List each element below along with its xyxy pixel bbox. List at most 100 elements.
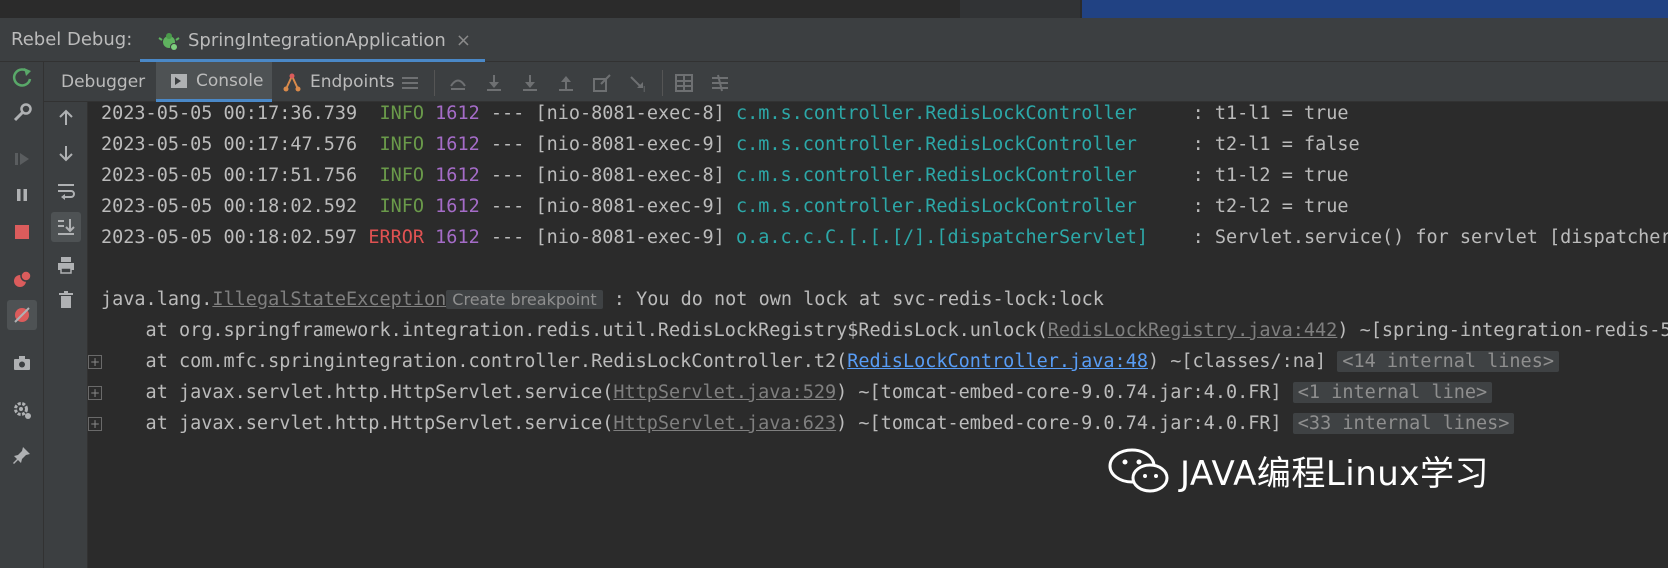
log-sep: --- [479, 103, 536, 124]
internal-lines-fold[interactable]: <1 internal line> [1292, 382, 1493, 403]
spring-bug-icon [158, 32, 180, 51]
pause-icon[interactable] [7, 180, 37, 210]
close-icon[interactable]: × [456, 30, 471, 51]
log-timestamp: 2023-05-05 00:18:02.597 [101, 227, 358, 248]
stack-frame-after: ) ~[spring-integration-redis-5.5.17.jar:… [1337, 320, 1668, 341]
log-sep: --- [479, 134, 536, 155]
log-level: INFO [368, 134, 425, 155]
scroll-to-end-icon[interactable] [51, 212, 81, 242]
fold-expand-icon[interactable]: + [88, 355, 102, 369]
log-message: : t2-l2 = true [1181, 196, 1349, 217]
watermark-text: JAVA编程Linux学习 [1180, 454, 1489, 494]
log-logger: c.m.s.controller.RedisLockController [735, 165, 1182, 186]
log-level: INFO [368, 103, 425, 124]
create-breakpoint-button[interactable]: Create breakpoint [446, 290, 603, 309]
log-sep: --- [479, 196, 536, 217]
log-logger: o.a.c.c.C.[.[.[/].[dispatcherServlet] [735, 227, 1182, 248]
stop-icon[interactable] [7, 217, 37, 247]
tab-endpoints[interactable]: Endpoints [272, 62, 395, 102]
force-step-into-icon[interactable] [554, 71, 578, 95]
stack-frame: at javax.servlet.http.HttpServlet.servic… [101, 407, 1515, 440]
log-message: : t1-l1 = true [1181, 103, 1349, 124]
log-timestamp: 2023-05-05 00:18:02.592 [101, 196, 358, 217]
resume-icon[interactable] [7, 144, 37, 174]
debug-toolbar: Debugger Console Endpoints I [44, 62, 1668, 102]
log-pid: 1612 [435, 227, 480, 248]
log-message: : Servlet.service() for servlet [dispatc… [1192, 227, 1668, 248]
log-line: 2023-05-05 00:17:36.739 INFO 1612 --- [n… [101, 102, 1349, 130]
view-breakpoints-icon[interactable] [7, 264, 37, 294]
pin-icon[interactable] [7, 440, 37, 470]
log-timestamp: 2023-05-05 00:17:36.739 [101, 103, 358, 124]
run-config-tab[interactable]: SpringIntegrationApplication × [140, 22, 485, 62]
tab-endpoints-label: Endpoints [310, 72, 395, 92]
tab-debugger-label: Debugger [61, 72, 146, 92]
svg-text:I: I [643, 85, 645, 93]
log-level: INFO [368, 196, 425, 217]
log-timestamp: 2023-05-05 00:17:47.576 [101, 134, 358, 155]
console-icon [170, 72, 188, 90]
gear-icon[interactable] [7, 395, 37, 425]
log-message: : t2-l1 = false [1181, 134, 1360, 155]
log-thread: [nio-8081-exec-9] [535, 227, 725, 248]
console-output[interactable]: 2023-05-05 00:17:36.739 INFO 1612 --- [n… [88, 102, 1668, 568]
print-icon[interactable] [51, 250, 81, 280]
editor-remnant [0, 0, 1668, 18]
log-level: ERROR [368, 227, 425, 248]
log-thread: [nio-8081-exec-9] [535, 196, 725, 217]
stack-frame-after: ) ~[tomcat-embed-core-9.0.74.jar:4.0.FR] [836, 413, 1282, 434]
trash-icon[interactable] [51, 285, 81, 315]
log-thread: [nio-8081-exec-9] [535, 134, 725, 155]
mute-breakpoints-icon[interactable] [7, 300, 37, 330]
rerun-icon[interactable] [7, 62, 37, 92]
editor-gutter [960, 0, 1080, 18]
stack-frame: at org.springframework.integration.redis… [101, 314, 1668, 347]
debug-tool-window-header: Rebel Debug: SpringIntegrationApplicatio… [0, 18, 1668, 62]
fold-expand-icon[interactable]: + [88, 386, 102, 400]
stack-frame-link[interactable]: RedisLockController.java:48 [847, 351, 1148, 372]
settings-wrench-icon[interactable] [7, 98, 37, 128]
log-thread: [nio-8081-exec-8] [535, 165, 725, 186]
stack-frame: at javax.servlet.http.HttpServlet.servic… [101, 376, 1493, 409]
fold-expand-icon[interactable]: + [88, 417, 102, 431]
stack-frame-link[interactable]: HttpServlet.java:623 [613, 413, 836, 434]
step-into-icon[interactable] [518, 71, 542, 95]
log-pid: 1612 [435, 165, 480, 186]
internal-lines-fold[interactable]: <33 internal lines> [1292, 413, 1515, 434]
wechat-icon [1108, 448, 1169, 492]
exception-prefix: java.lang. [101, 289, 213, 310]
tab-debugger[interactable]: Debugger [44, 62, 156, 102]
log-timestamp: 2023-05-05 00:17:51.756 [101, 165, 358, 186]
evaluate-expression-icon[interactable] [672, 71, 696, 95]
log-logger: c.m.s.controller.RedisLockController [735, 103, 1182, 124]
show-execution-point-icon[interactable] [446, 71, 470, 95]
editor-selection [1082, 0, 1668, 18]
endpoints-icon [282, 72, 302, 92]
step-over-icon[interactable] [482, 71, 506, 95]
stack-frame-link[interactable]: RedisLockRegistry.java:442 [1048, 320, 1338, 341]
exception-message: : You do not own lock at svc-redis-lock:… [602, 289, 1104, 310]
stack-frame-after: ) ~[classes/:na] [1147, 351, 1327, 372]
soft-wrap-icon[interactable] [51, 176, 81, 206]
log-line: 2023-05-05 00:17:51.756 INFO 1612 --- [n… [101, 159, 1349, 192]
internal-lines-fold[interactable]: <14 internal lines> [1337, 351, 1559, 372]
run-config-tab-label: SpringIntegrationApplication [188, 30, 446, 51]
step-out-icon[interactable] [590, 71, 614, 95]
log-logger: c.m.s.controller.RedisLockController [735, 134, 1182, 155]
stack-frame-link[interactable]: HttpServlet.java:529 [613, 382, 836, 403]
stack-frame-text: at org.springframework.integration.redis… [101, 320, 1048, 341]
log-pid: 1612 [435, 134, 480, 155]
camera-icon[interactable] [7, 348, 37, 378]
toolbar-separator [434, 70, 435, 96]
toolbar-separator [662, 70, 663, 96]
stack-frame-text: at javax.servlet.http.HttpServlet.servic… [101, 413, 614, 434]
exception-class-link[interactable]: IllegalStateException [212, 289, 446, 310]
up-arrow-icon[interactable] [51, 102, 81, 132]
tab-console[interactable]: Console [156, 62, 272, 102]
trace-icon[interactable] [708, 71, 732, 95]
log-pid: 1612 [435, 196, 480, 217]
down-arrow-icon[interactable] [51, 139, 81, 169]
exception-line: java.lang.IllegalStateException Create br… [101, 283, 1104, 316]
drop-frame-icon[interactable]: I [626, 71, 650, 95]
menu-icon[interactable] [398, 71, 422, 95]
